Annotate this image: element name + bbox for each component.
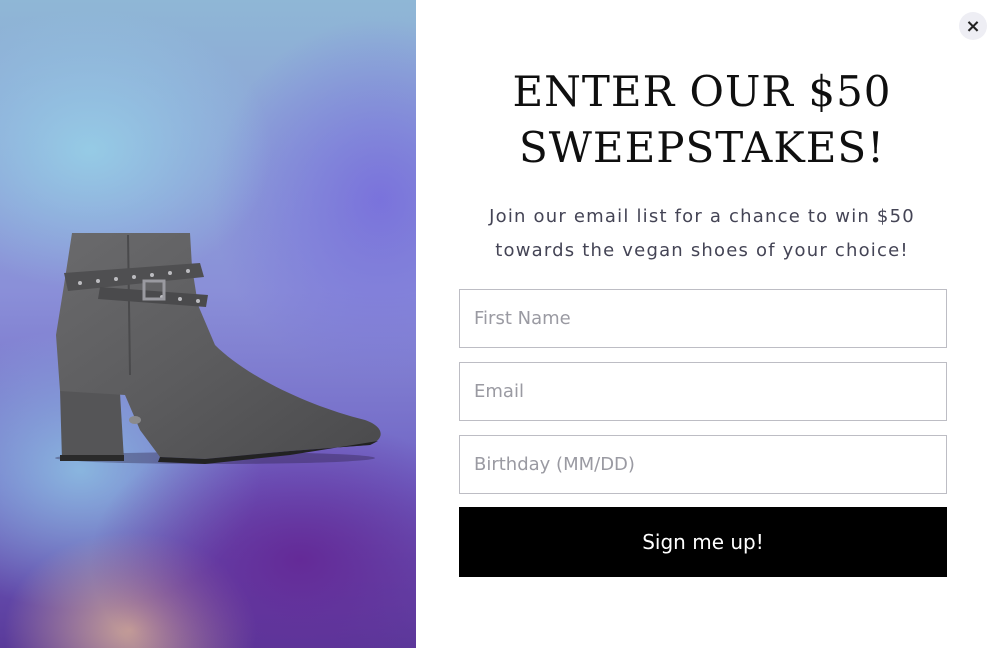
hero-image-panel (0, 0, 416, 648)
popup-headline: ENTER OUR $50 SWEEPSTAKES! (512, 67, 892, 172)
boot-image (55, 233, 381, 464)
close-icon: × (965, 15, 981, 37)
close-button[interactable]: × (959, 12, 987, 40)
popup-description: Join our email list for a chance to win … (489, 206, 915, 261)
signup-panel: × ENTER OUR $50 SWEEPSTAKES! Join our em… (416, 0, 1000, 648)
email-field[interactable] (459, 362, 947, 421)
first-name-field[interactable] (459, 289, 947, 348)
birthday-field[interactable] (459, 435, 947, 494)
sign-up-button[interactable]: Sign me up! (459, 507, 947, 577)
